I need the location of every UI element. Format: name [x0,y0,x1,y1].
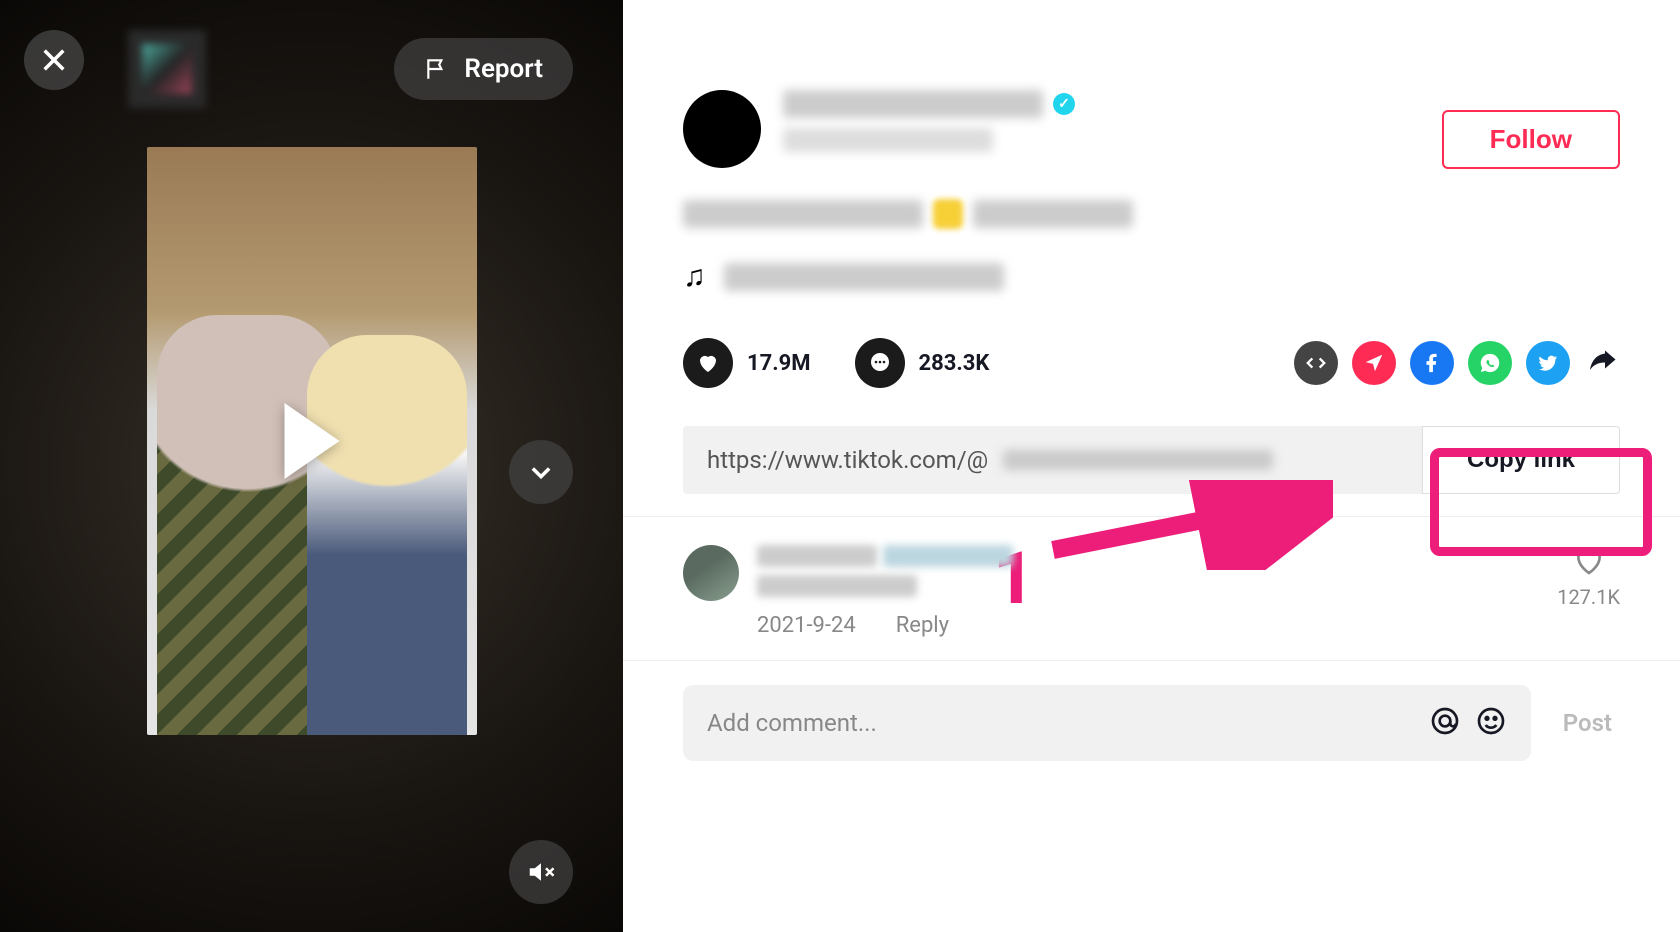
facebook-icon [1421,352,1443,374]
music-title-redacted [724,263,1004,291]
comment-like-count: 127.1K [1557,585,1620,609]
copy-link-button[interactable]: Copy link [1422,426,1620,494]
caption-redacted [683,199,1620,229]
username-redacted [783,90,1043,118]
music-note-icon: ♫ [683,259,706,294]
flag-icon [424,56,450,82]
report-button[interactable]: Report [394,38,573,100]
mention-button[interactable] [1429,705,1461,741]
follow-button[interactable]: Follow [1442,110,1620,169]
video-thumbnail[interactable] [147,147,477,735]
like-button[interactable] [683,338,733,388]
play-icon [284,403,339,479]
next-video-button[interactable] [509,440,573,504]
heart-icon [696,351,720,375]
at-icon [1429,705,1461,737]
share-facebook-button[interactable] [1410,341,1454,385]
comment-count: 283.3K [919,351,990,376]
video-panel: Report [0,0,623,932]
content-panel: Follow ♫ 17.9M [623,0,1680,932]
add-comment-placeholder: Add comment... [707,709,1415,737]
comment-date: 2021-9-24 [757,613,856,638]
post-comment-button[interactable]: Post [1555,709,1620,737]
comment-icon [868,351,892,375]
comment-reply-button[interactable]: Reply [896,613,949,638]
comment-username-redacted [757,545,877,567]
brand-logo [128,30,206,108]
code-icon [1305,352,1327,374]
comment-avatar[interactable] [683,545,739,601]
emoji-button[interactable] [1475,705,1507,741]
close-icon [40,46,68,74]
share-more-button[interactable] [1584,343,1620,383]
send-icon [1363,352,1385,374]
emoji-icon [1475,705,1507,737]
music-row[interactable]: ♫ [683,259,1620,294]
mute-button[interactable] [509,840,573,904]
share-whatsapp-button[interactable] [1468,341,1512,385]
whatsapp-icon [1479,352,1501,374]
chevron-down-icon [527,458,555,486]
comment-item: 2021-9-24 Reply 127.1K [683,545,1620,638]
add-comment-input[interactable]: Add comment... [683,685,1531,761]
like-count: 17.9M [747,351,811,376]
heart-outline-icon[interactable] [1573,545,1605,577]
share-twitter-button[interactable] [1526,341,1570,385]
share-arrow-icon [1584,343,1620,379]
verified-badge-icon [1053,93,1075,115]
displayname-redacted [783,128,993,152]
comment-username-redacted [883,545,1013,567]
close-button[interactable] [24,30,84,90]
twitter-icon [1537,352,1559,374]
link-url-redacted [1003,450,1273,470]
send-button[interactable] [1352,341,1396,385]
embed-button[interactable] [1294,341,1338,385]
comment-button[interactable] [855,338,905,388]
comment-text-redacted [757,575,917,597]
profile-header: Follow [623,0,1680,169]
comments-section: 2021-9-24 Reply 127.1K [623,516,1680,661]
report-label: Report [464,54,543,84]
avatar[interactable] [683,90,761,168]
volume-mute-icon [526,857,556,887]
